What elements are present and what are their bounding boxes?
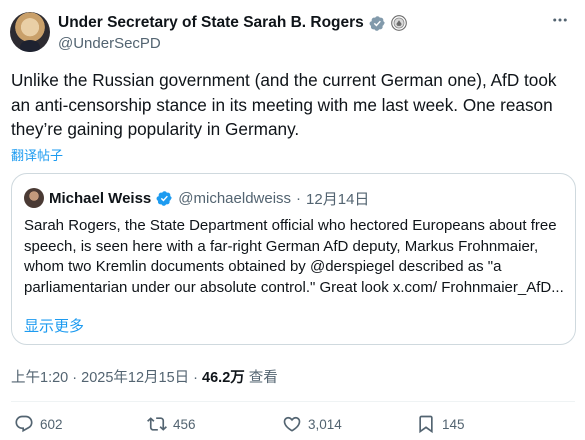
show-more-link[interactable]: 显示更多 — [24, 315, 84, 336]
government-badge-icon — [390, 15, 407, 31]
translate-post-link[interactable]: 翻译帖子 — [11, 145, 63, 164]
reply-count: 602 — [40, 416, 63, 432]
author-name-row: Under Secretary of State Sarah B. Rogers — [58, 13, 407, 33]
quoted-post-header: Michael Weiss @michaeldweiss · 12月14日 — [24, 188, 369, 208]
verified-badge-icon — [156, 190, 173, 206]
quoted-post-text: Sarah Rogers, the State Department offic… — [24, 217, 564, 296]
like-button[interactable]: 3,014 — [282, 414, 342, 434]
bookmark-button[interactable]: 145 — [416, 414, 465, 434]
post-date[interactable]: 2025年12月15日 — [81, 370, 189, 386]
repost-button[interactable]: 456 — [147, 414, 196, 434]
more-icon — [553, 18, 567, 22]
quoted-author-handle[interactable]: @michaeldweiss — [178, 190, 291, 207]
post-text: Unlike the Russian government (and the c… — [11, 70, 557, 139]
like-count: 3,014 — [308, 416, 342, 432]
meta-separator: · — [68, 370, 82, 386]
repost-count: 456 — [173, 416, 196, 432]
views-count[interactable]: 46.2万 — [202, 370, 245, 386]
post-meta: 上午1:20 · 2025年12月15日 · 46.2万 查看 — [11, 366, 278, 387]
reply-icon — [15, 415, 33, 433]
divider — [11, 401, 575, 402]
bookmark-count: 145 — [442, 416, 465, 432]
quoted-date[interactable]: 12月14日 — [306, 188, 369, 209]
meta-separator: · — [189, 370, 203, 386]
quoted-post-card[interactable]: Michael Weiss @michaeldweiss · 12月14日 Sa… — [11, 173, 576, 345]
views-label: 查看 — [244, 370, 278, 386]
author-display-name[interactable]: Under Secretary of State Sarah B. Rogers — [58, 14, 364, 32]
more-button[interactable] — [549, 10, 571, 30]
reply-button[interactable]: 602 — [14, 414, 63, 434]
quoted-author-name[interactable]: Michael Weiss — [49, 190, 151, 207]
bookmark-icon — [419, 415, 433, 434]
verified-badge-icon — [369, 15, 385, 31]
quoted-author-avatar[interactable] — [24, 188, 44, 208]
like-icon — [283, 416, 301, 432]
quoted-separator: · — [296, 189, 302, 207]
repost-icon — [147, 417, 167, 431]
author-handle[interactable]: @UnderSecPD — [58, 35, 161, 52]
action-bar: 602 456 3,014 145 — [0, 410, 585, 438]
post-time[interactable]: 上午1:20 — [11, 370, 68, 386]
author-avatar[interactable] — [10, 12, 50, 52]
